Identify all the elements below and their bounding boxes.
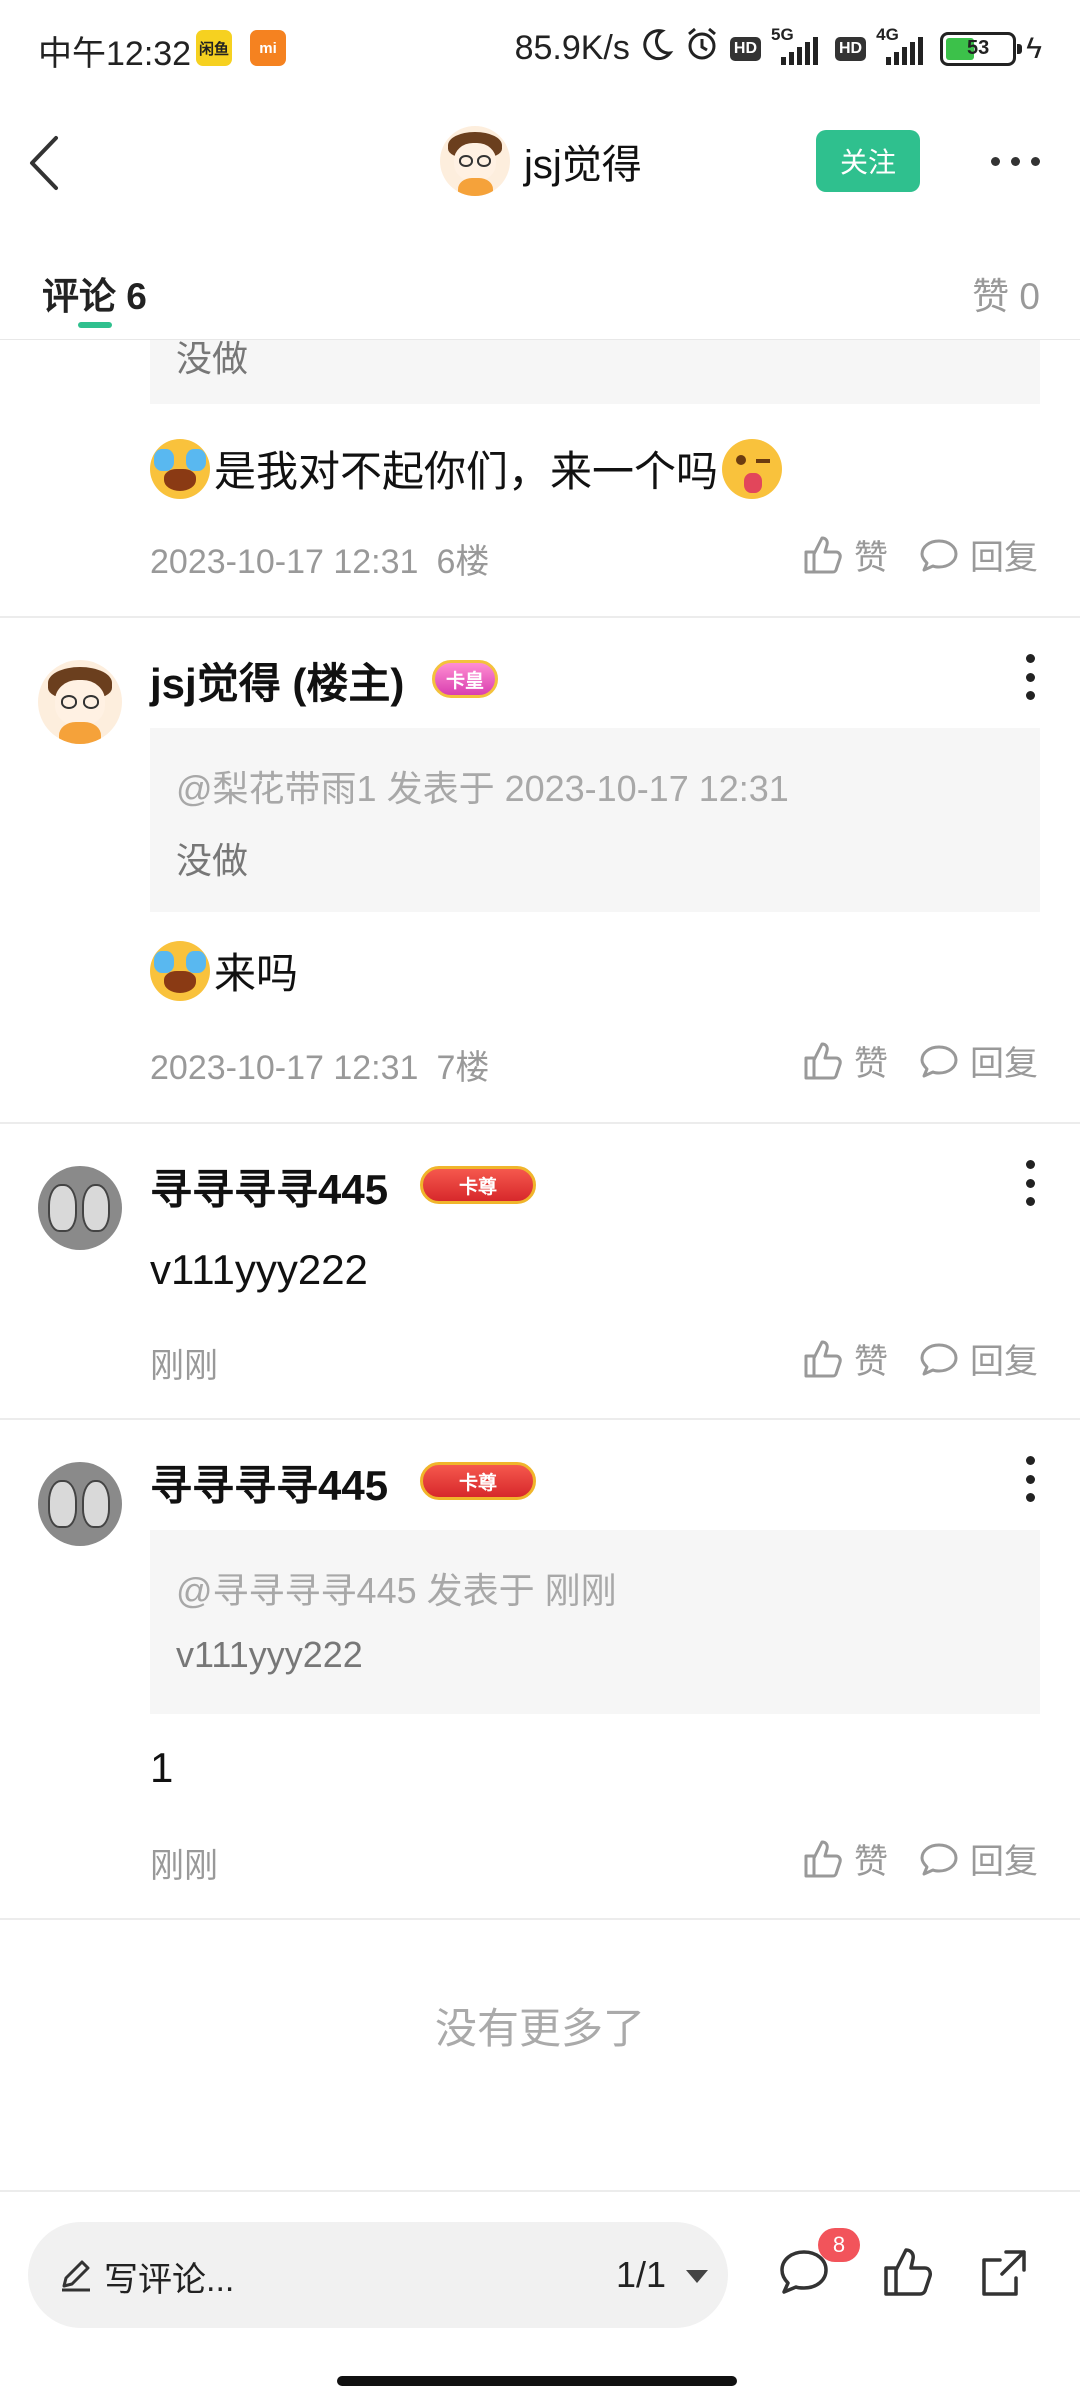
commenter-avatar[interactable]: [38, 1166, 122, 1250]
comment-floor: 6楼: [436, 543, 490, 581]
moon-icon: [640, 27, 674, 70]
wink-emoji-icon: [722, 438, 783, 499]
quoted-header: @梨花带雨1 发表于 2023-10-17 12:31: [176, 768, 789, 809]
hd-icon: HD: [729, 36, 761, 61]
signal-5g-icon: 5G: [771, 25, 825, 69]
tab-likes[interactable]: 赞 0: [972, 266, 1040, 320]
vip-crown-badge: 卡尊: [420, 1462, 536, 1500]
quoted-reply[interactable]: @梨花带雨1 发表于 2023-10-17 12:31 没做: [150, 728, 1040, 912]
thumbs-up-icon: [804, 1840, 842, 1877]
comment-item: 寻寻寻寻445 卡尊 @寻寻寻寻445 发表于 刚刚 v111yyy222 1 …: [0, 1420, 1080, 1920]
signal-4g-icon: 4G: [876, 25, 930, 69]
tab-indicator: [78, 322, 112, 328]
more-options-icon[interactable]: [980, 146, 1050, 176]
quoted-text: 没做: [176, 840, 249, 881]
comment-floor: 7楼: [436, 1049, 490, 1087]
chat-bubble-icon: [920, 1843, 958, 1875]
comment-tab-bar: 评论 6 赞 0: [0, 226, 1080, 340]
comment-text: 是我对不起你们，来一个吗: [150, 438, 783, 499]
comment-meta: 2023-10-17 12:31 7楼: [150, 1040, 489, 1089]
comment-item: 没做 是我对不起你们，来一个吗 2023-10-17 12:31 6楼 赞 回复: [0, 300, 1080, 618]
comment-time: 刚刚: [150, 1847, 218, 1885]
page-dropdown-icon[interactable]: [686, 2270, 708, 2283]
commenter-name[interactable]: 寻寻寻寻445: [150, 1156, 388, 1217]
vip-crown-badge: 卡皇: [432, 660, 498, 698]
reply-button[interactable]: 回复: [918, 1334, 1038, 1383]
comment-menu-icon[interactable]: [1020, 1456, 1040, 1502]
like-button[interactable]: 赞: [802, 1036, 888, 1085]
commenter-avatar[interactable]: [38, 660, 122, 744]
comment-meta: 2023-10-17 12:31 6楼: [150, 534, 489, 583]
reply-button[interactable]: 回复: [918, 530, 1038, 579]
mi-app-icon: mi: [250, 30, 286, 66]
comment-item: 寻寻寻寻445 卡尊 v111yyy222 刚刚 赞 回复: [0, 1124, 1080, 1420]
comment-text: 1: [150, 1744, 174, 1791]
commenter-name[interactable]: 寻寻寻寻445: [150, 1452, 388, 1513]
net-speed: 85.9K/s: [514, 29, 630, 67]
bottom-action-bar: 写评论... 1/1 8: [0, 2190, 1080, 2400]
pencil-icon: [62, 2260, 90, 2292]
share-icon: [982, 2250, 1026, 2296]
author-name[interactable]: jsj觉得: [524, 132, 642, 190]
status-bar: 中午12:32 闲鱼 mi 85.9K/s HD 5G HD 4G 53 ϟ: [0, 0, 1080, 96]
post-author[interactable]: jsj觉得: [440, 126, 642, 196]
like-button[interactable]: 赞: [802, 530, 888, 579]
thumbs-up-icon: [804, 1042, 842, 1079]
like-button[interactable]: 赞: [802, 1334, 888, 1383]
top-app-bar: jsj觉得 关注: [0, 96, 1080, 226]
thumbs-up-icon: [804, 1340, 842, 1377]
comment-count-badge: 8: [818, 2228, 860, 2262]
back-arrow-icon: [30, 136, 58, 190]
comment-time: 刚刚: [150, 1347, 218, 1385]
commenter-avatar[interactable]: [38, 1462, 122, 1546]
battery-icon: 53: [940, 31, 1023, 66]
quoted-reply[interactable]: @寻寻寻寻445 发表于 刚刚 v111yyy222: [150, 1530, 1040, 1714]
quoted-header: @寻寻寻寻445 发表于 刚刚: [176, 1570, 617, 1611]
comment-item: jsj觉得 (楼主) 卡皇 @梨花带雨1 发表于 2023-10-17 12:3…: [0, 618, 1080, 1124]
comment-menu-icon[interactable]: [1020, 654, 1040, 700]
crying-emoji-icon: [150, 940, 210, 1001]
comment-text: v111yyy222: [150, 1246, 368, 1293]
crying-emoji-icon: [150, 438, 210, 499]
thumbs-up-icon: [884, 2248, 932, 2296]
comment-menu-icon[interactable]: [1020, 1160, 1040, 1206]
page-indicator[interactable]: 1/1: [616, 2254, 666, 2296]
hd-icon: HD: [835, 36, 867, 61]
notification-app-icon: 闲鱼: [196, 30, 232, 66]
comment-time: 2023-10-17 12:31: [150, 543, 419, 581]
end-of-list-text: 没有更多了: [434, 2005, 645, 2052]
write-comment-placeholder: 写评论...: [104, 2261, 235, 2299]
status-indicators: 85.9K/s HD 5G HD 4G 53 ϟ: [514, 25, 1042, 71]
follow-button[interactable]: 关注: [816, 130, 920, 192]
status-time: 中午12:32: [38, 35, 192, 73]
commenter-name[interactable]: jsj觉得 (楼主): [150, 650, 404, 711]
share-button[interactable]: [976, 2244, 1032, 2305]
reply-button[interactable]: 回复: [918, 1834, 1038, 1883]
chat-bubble-icon: [920, 1343, 958, 1375]
comment-time: 2023-10-17 12:31: [150, 1049, 419, 1087]
write-comment-input[interactable]: 写评论... 1/1: [28, 2222, 728, 2328]
chat-bubble-icon: [920, 539, 958, 571]
thumbs-up-icon: [804, 536, 842, 573]
charging-icon: ϟ: [1026, 31, 1042, 65]
tab-comments[interactable]: 评论 6: [42, 266, 147, 320]
alarm-icon: [684, 26, 720, 71]
chat-bubble-icon: [920, 1045, 958, 1077]
comment-text: 来吗: [150, 940, 298, 1001]
reply-button[interactable]: 回复: [918, 1036, 1038, 1085]
vip-crown-badge: 卡尊: [420, 1166, 536, 1204]
back-button[interactable]: [18, 126, 78, 196]
quoted-text: v111yyy222: [176, 1634, 363, 1675]
like-post-button[interactable]: [880, 2244, 936, 2305]
like-button[interactable]: 赞: [802, 1834, 888, 1883]
author-avatar[interactable]: [440, 126, 510, 196]
home-indicator[interactable]: [337, 2376, 737, 2386]
